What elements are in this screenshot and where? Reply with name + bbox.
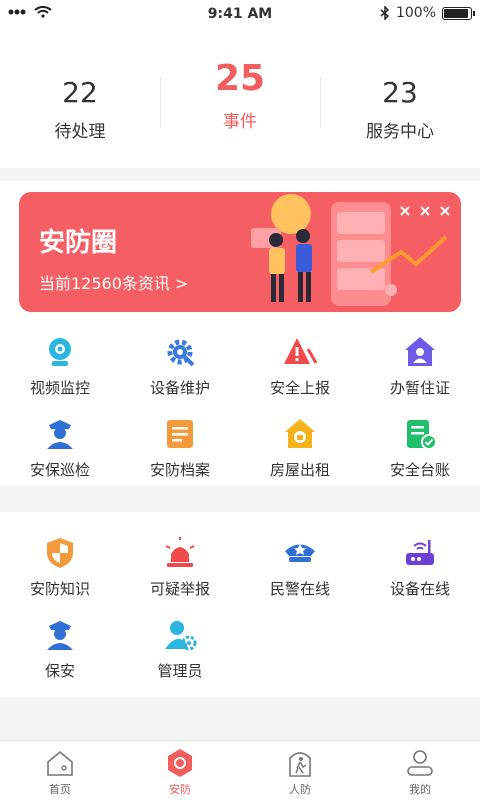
stat-value: 23: [382, 76, 418, 109]
stat-label: 待处理: [54, 122, 106, 142]
main-panel: 安防圈 当前12560条资讯 > 视频监控 设备维护 安全上报 办暂住证 安保巡…: [0, 181, 480, 486]
camera-icon: [49, 338, 71, 366]
battery-percent: 100%: [395, 5, 436, 21]
grid-item-police-online[interactable]: 民警在线: [240, 534, 360, 616]
police-icon: [47, 420, 73, 449]
admin-gear-icon: [165, 621, 197, 651]
banner-title: 安防圈: [39, 228, 118, 258]
grid-item-label: 办暂住证: [389, 379, 450, 397]
grid-item-security-archive[interactable]: 安防档案: [120, 415, 240, 497]
bottom-tab-bar: 首页 安防 人防 我的: [0, 740, 480, 800]
battery-icon: [442, 6, 475, 20]
runner-door-icon: [289, 752, 311, 777]
stat-service-center[interactable]: 23 服务中心: [320, 28, 480, 168]
security-hex-icon: [168, 749, 192, 777]
alarm-light-icon: [165, 537, 195, 567]
stats-row: 22 待处理 25 事件 23 服务中心: [0, 28, 480, 168]
warning-icon: [284, 338, 317, 364]
stat-value: 22: [62, 76, 98, 109]
status-bar: 9:41 AM 100%: [0, 0, 480, 28]
stat-label: 服务中心: [366, 122, 434, 142]
tab-home[interactable]: 首页: [0, 741, 120, 800]
grid-item-guard[interactable]: 保安: [0, 616, 120, 698]
grid-item-label: 安保巡检: [29, 461, 90, 479]
grid-item-label: 设备在线: [389, 580, 450, 598]
grid-item-device-online[interactable]: 设备在线: [360, 534, 480, 616]
house-user-icon: [405, 337, 435, 366]
tab-civil-defense[interactable]: 人防: [240, 741, 360, 800]
tab-security[interactable]: 安防: [120, 741, 240, 800]
archive-icon: [167, 420, 193, 448]
grid-item-administrator[interactable]: 管理员: [120, 616, 240, 698]
shield-icon: [47, 538, 73, 568]
grid-item-video-monitor[interactable]: 视频监控: [0, 333, 120, 415]
grid-item-label: 设备维护: [149, 379, 210, 397]
router-icon: [406, 540, 434, 565]
grid-item-label: 房屋出租: [269, 461, 330, 479]
stat-label: 事件: [223, 112, 257, 132]
grid-item-suspicious-report[interactable]: 可疑举报: [120, 534, 240, 616]
service-grid-primary: 视频监控 设备维护 安全上报 办暂住证 安保巡检 安防档案 房屋出租 安全台账: [0, 333, 480, 497]
grid-item-device-maintenance[interactable]: 设备维护: [120, 333, 240, 415]
grid-item-label: 安全台账: [389, 461, 450, 479]
guard-icon: [47, 621, 73, 650]
grid-item-house-rental[interactable]: 房屋出租: [240, 415, 360, 497]
banner-illustration: [251, 194, 450, 306]
stat-events[interactable]: 25 事件: [160, 28, 320, 168]
tab-label: 首页: [49, 783, 71, 796]
secondary-panel: 安防知识 可疑举报 民警在线 设备在线 保安 管理员: [0, 512, 480, 697]
banner-subtitle[interactable]: 当前12560条资讯 >: [39, 270, 188, 294]
ledger-check-icon: [407, 420, 437, 450]
bluetooth-icon: [380, 6, 390, 20]
grid-item-label: 可疑举报: [149, 580, 210, 598]
stat-pending[interactable]: 22 待处理: [0, 28, 160, 168]
security-circle-banner[interactable]: 安防圈 当前12560条资讯 >: [19, 192, 461, 312]
grid-item-security-knowledge[interactable]: 安防知识: [0, 534, 120, 616]
grid-item-residence-permit[interactable]: 办暂住证: [360, 333, 480, 415]
tab-label: 我的: [409, 783, 431, 796]
home-icon: [47, 750, 73, 776]
rent-house-icon: [285, 419, 315, 448]
service-grid-secondary: 安防知识 可疑举报 民警在线 设备在线 保安 管理员: [0, 534, 480, 698]
tab-mine[interactable]: 我的: [360, 741, 480, 800]
stat-value: 25: [214, 58, 266, 99]
gear-icon: [167, 339, 195, 367]
tab-label: 人防: [289, 783, 311, 796]
police-cap-icon: [285, 544, 315, 562]
grid-item-safety-ledger[interactable]: 安全台账: [360, 415, 480, 497]
grid-item-label: 民警在线: [269, 580, 330, 598]
grid-item-security-patrol[interactable]: 安保巡检: [0, 415, 120, 497]
grid-item-label: 安防档案: [149, 461, 210, 479]
profile-icon: [407, 750, 433, 776]
tab-label: 安防: [169, 783, 191, 796]
grid-item-label: 安防知识: [29, 580, 90, 598]
grid-item-label: 安全上报: [269, 379, 330, 397]
grid-item-label: 视频监控: [29, 379, 90, 397]
grid-item-label: 保安: [44, 662, 75, 680]
grid-item-safety-report[interactable]: 安全上报: [240, 333, 360, 415]
grid-item-label: 管理员: [157, 662, 203, 680]
